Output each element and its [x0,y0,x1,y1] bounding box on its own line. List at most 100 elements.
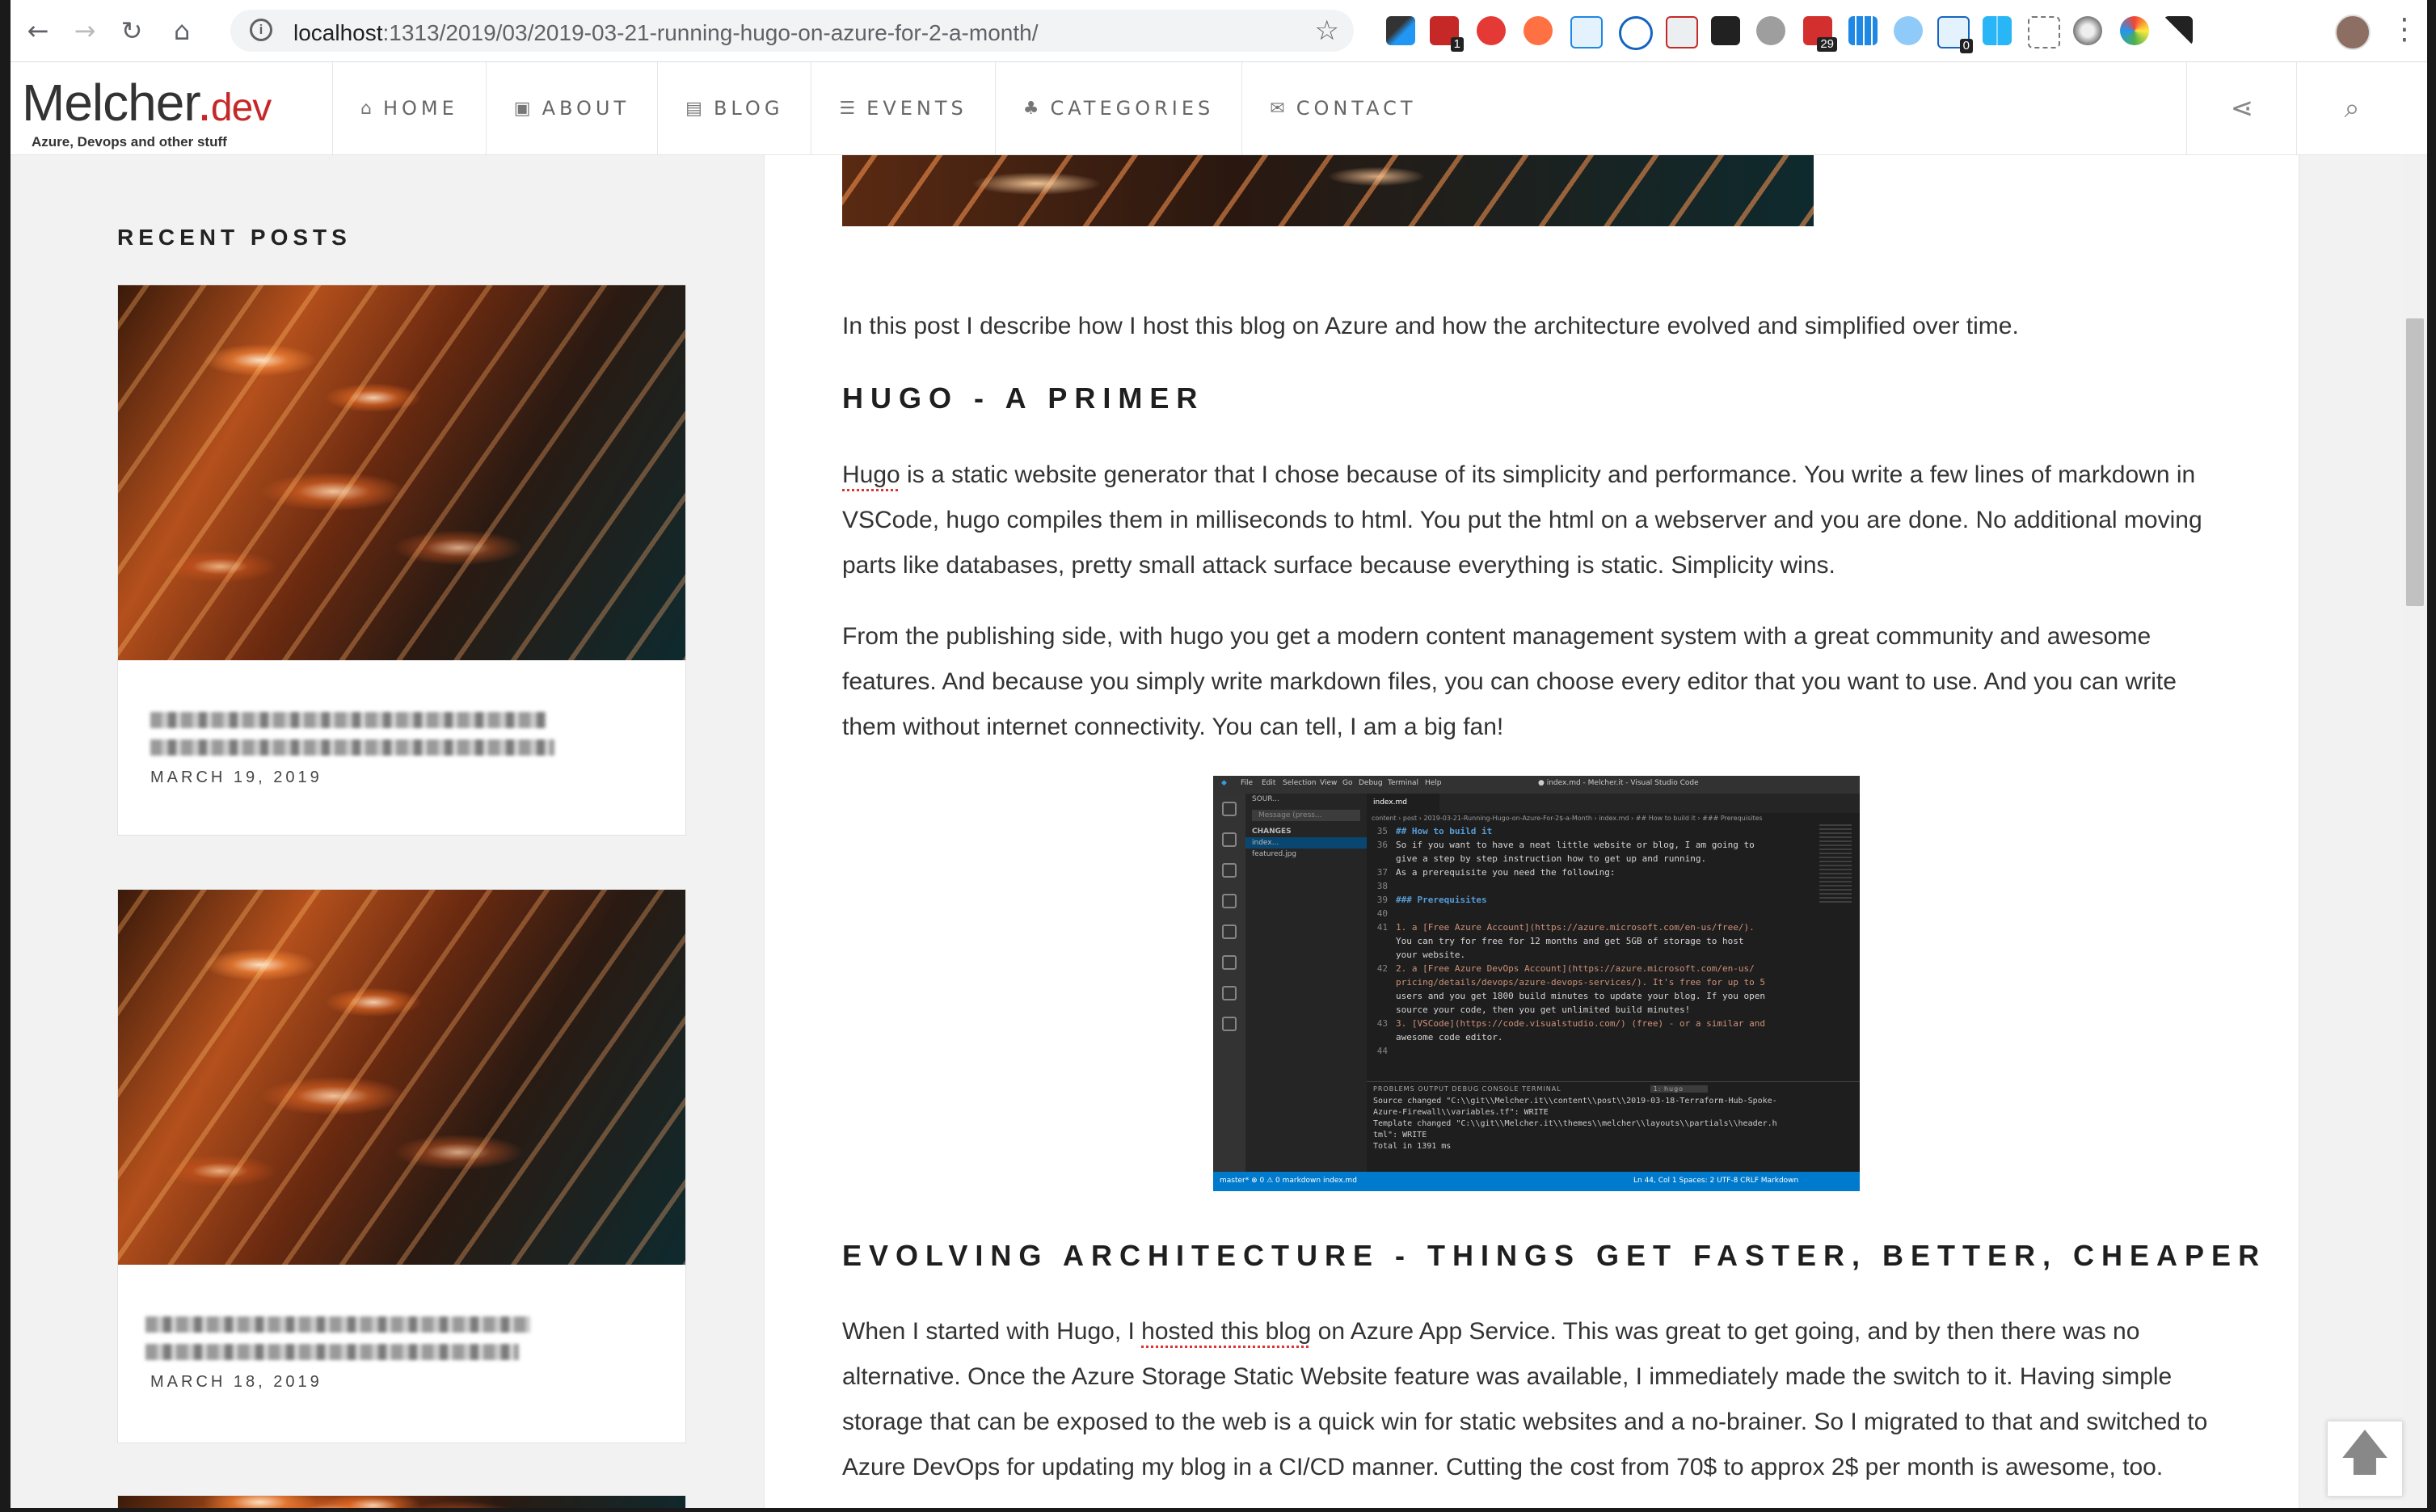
code-line: 42 2. a [Free Azure DevOps Account](https… [1367,962,1819,975]
post-thumbnail[interactable] [118,285,685,660]
nav-blog[interactable]: ▤ BLOG [658,62,812,154]
git-branch-icon [1222,1017,1237,1031]
line-number: 40 [1376,908,1388,919]
source-control-icon [1222,863,1237,878]
nav-events[interactable]: ☰ EVENTS [811,62,996,154]
code-text: give a step by step instruction how to g… [1396,853,1707,864]
extension-gray-icon[interactable] [1756,16,1785,45]
extension-opera-icon[interactable] [1477,16,1506,45]
extension-pages-icon[interactable] [1666,16,1698,48]
info-icon[interactable]: i [250,19,272,41]
main-nav: ⌂ HOME ▣ ABOUT ▤ BLOG ☰ EVENTS ♣ CATEGORIES ✉… [332,62,1444,154]
nav-about[interactable]: ▣ ABOUT [487,62,659,154]
hugo-link[interactable]: Hugo [842,461,900,488]
address-bar[interactable]: i localhost:1313/2019/03/2019-03-21-runn… [230,10,1354,52]
share-button[interactable]: ⋖ [2186,62,2297,154]
list-icon: ☰ [839,98,856,119]
recent-post-card[interactable]: MARCH 19, 2019 [117,284,686,836]
code-text: 2. a [Free Azure DevOps Account](https:/… [1396,963,1755,974]
vscode-screenshot: ◆ File Edit Selection View Go Debug Term… [1213,776,1860,1191]
recent-post-card[interactable]: MARCH 18, 2019 [117,889,686,1443]
post-thumbnail[interactable] [118,890,685,1265]
vscode-statusbar: master* ⊗ 0 ⚠ 0 markdown index.md Ln 44,… [1213,1172,1860,1191]
extension-cloud-icon[interactable] [1894,16,1923,45]
search-button[interactable]: ⌕ [2296,62,2407,154]
recent-post-card[interactable] [117,1495,686,1508]
extension-orange-icon[interactable] [1524,16,1553,45]
extension-pen-icon[interactable] [1386,16,1415,45]
arrow-up-icon: 🡅 [2340,1425,2390,1481]
browser-toolbar: ← → ↻ ⌂ i localhost:1313/2019/03/2019-03… [11,0,2427,62]
back-arrow-icon[interactable]: ← [20,13,56,48]
code-text: As a prerequisite you need the following… [1396,867,1616,878]
extension-circle-icon[interactable] [2073,16,2102,45]
vscode-tab: index.md [1367,794,1439,813]
azure-icon [1222,955,1237,970]
paragraph-publishing: From the publishing side, with hugo you … [842,623,2177,740]
url-text[interactable]: localhost:1313/2019/03/2019-03-21-runnin… [293,20,1038,46]
browser-menu-icon[interactable]: ⋮ [2390,13,2419,46]
newspaper-icon: ▤ [685,98,702,119]
code-text: users and you get 1800 build minutes to … [1396,991,1765,1001]
id-card-icon: ▣ [513,98,531,119]
line-number: 35 [1376,826,1388,836]
nav-home[interactable]: ⌂ HOME [333,62,487,154]
code-text: source your code, then you get unlimited… [1396,1004,1691,1015]
line-number: 43 [1376,1018,1388,1029]
code-text: pricing/details/devops/azure-devops-serv… [1396,977,1765,988]
extension-f-icon[interactable] [1619,16,1653,50]
recent-posts-heading: RECENT POSTS [117,225,352,250]
code-text: awesome code editor. [1396,1032,1503,1042]
extension-check-icon[interactable] [1711,16,1740,45]
code-text: 3. [VSCode](https://code.visualstudio.co… [1396,1018,1765,1029]
post-title-blurred[interactable] [145,1316,558,1360]
vscode-minimap [1819,824,1852,905]
profile-avatar[interactable] [2335,15,2371,50]
hosted-blog-link[interactable]: hosted this blog [1141,1318,1311,1345]
browser-viewport: ← → ↻ ⌂ i localhost:1313/2019/03/2019-03… [11,0,2427,1508]
code-text: You can try for free for 12 months and g… [1396,936,1744,946]
heading-hugo-primer: HUGO - A PRIMER [842,381,1205,415]
home-icon[interactable]: ⌂ [164,13,200,48]
nav-categories[interactable]: ♣ CATEGORIES [996,62,1243,154]
extension-window-icon[interactable] [1570,16,1603,48]
logo-wordmark: Melcher.dev [22,74,272,132]
code-line: pricing/details/devops/azure-devops-serv… [1367,975,1819,989]
paragraph-architecture: When I started with Hugo, I hosted this … [842,1318,2208,1480]
extensions-icon [1222,924,1237,939]
envelope-icon: ✉ [1270,98,1285,119]
extension-color-icon[interactable] [2120,16,2149,45]
extension-cursor-icon[interactable] [2028,16,2060,48]
vscode-breadcrumb: content › post › 2019-03-21-Running-Hugo… [1372,815,1763,822]
line-number: 44 [1376,1046,1388,1056]
search-icon [1222,832,1237,847]
extension-mail-icon[interactable]: 29 [1803,16,1837,52]
extension-link-icon[interactable]: 0 [1937,16,1973,53]
reload-icon[interactable]: ↻ [114,13,150,48]
debug-icon [1222,894,1237,908]
bookmark-star-icon[interactable]: ☆ [1315,15,1339,47]
scrollbar-thumb[interactable] [2406,318,2424,606]
code-line: awesome code editor. [1367,1030,1819,1044]
line-number: 36 [1376,840,1388,850]
back-to-top-button[interactable]: 🡅 [2327,1421,2403,1497]
post-title-blurred[interactable] [150,712,563,756]
post-date: MARCH 19, 2019 [150,769,322,786]
extension-windows-icon[interactable] [1983,16,2012,45]
forward-arrow-icon[interactable]: → [67,13,103,48]
extension-calendar-icon[interactable]: 1 [1430,16,1464,52]
code-line: users and you get 1800 build minutes to … [1367,989,1819,1003]
vscode-tabs: index.md [1367,794,1860,813]
nav-contact[interactable]: ✉ CONTACT [1242,62,1443,154]
article-hero-image [842,155,1814,226]
extension-grid-icon[interactable] [1848,16,1878,45]
code-line: 38 [1367,879,1819,893]
extension-chart-icon[interactable] [2164,16,2193,45]
search-icon: ⌕ [2344,92,2360,124]
vscode-logo-icon: ◆ [1221,779,1227,787]
post-thumbnail[interactable] [118,1496,685,1508]
site-logo[interactable]: Melcher.dev Azure, Devops and other stuf… [22,74,272,150]
vscode-titlebar: ◆ File Edit Selection View Go Debug Term… [1213,776,1860,794]
line-number: 42 [1376,963,1388,974]
home-icon: ⌂ [360,98,372,119]
